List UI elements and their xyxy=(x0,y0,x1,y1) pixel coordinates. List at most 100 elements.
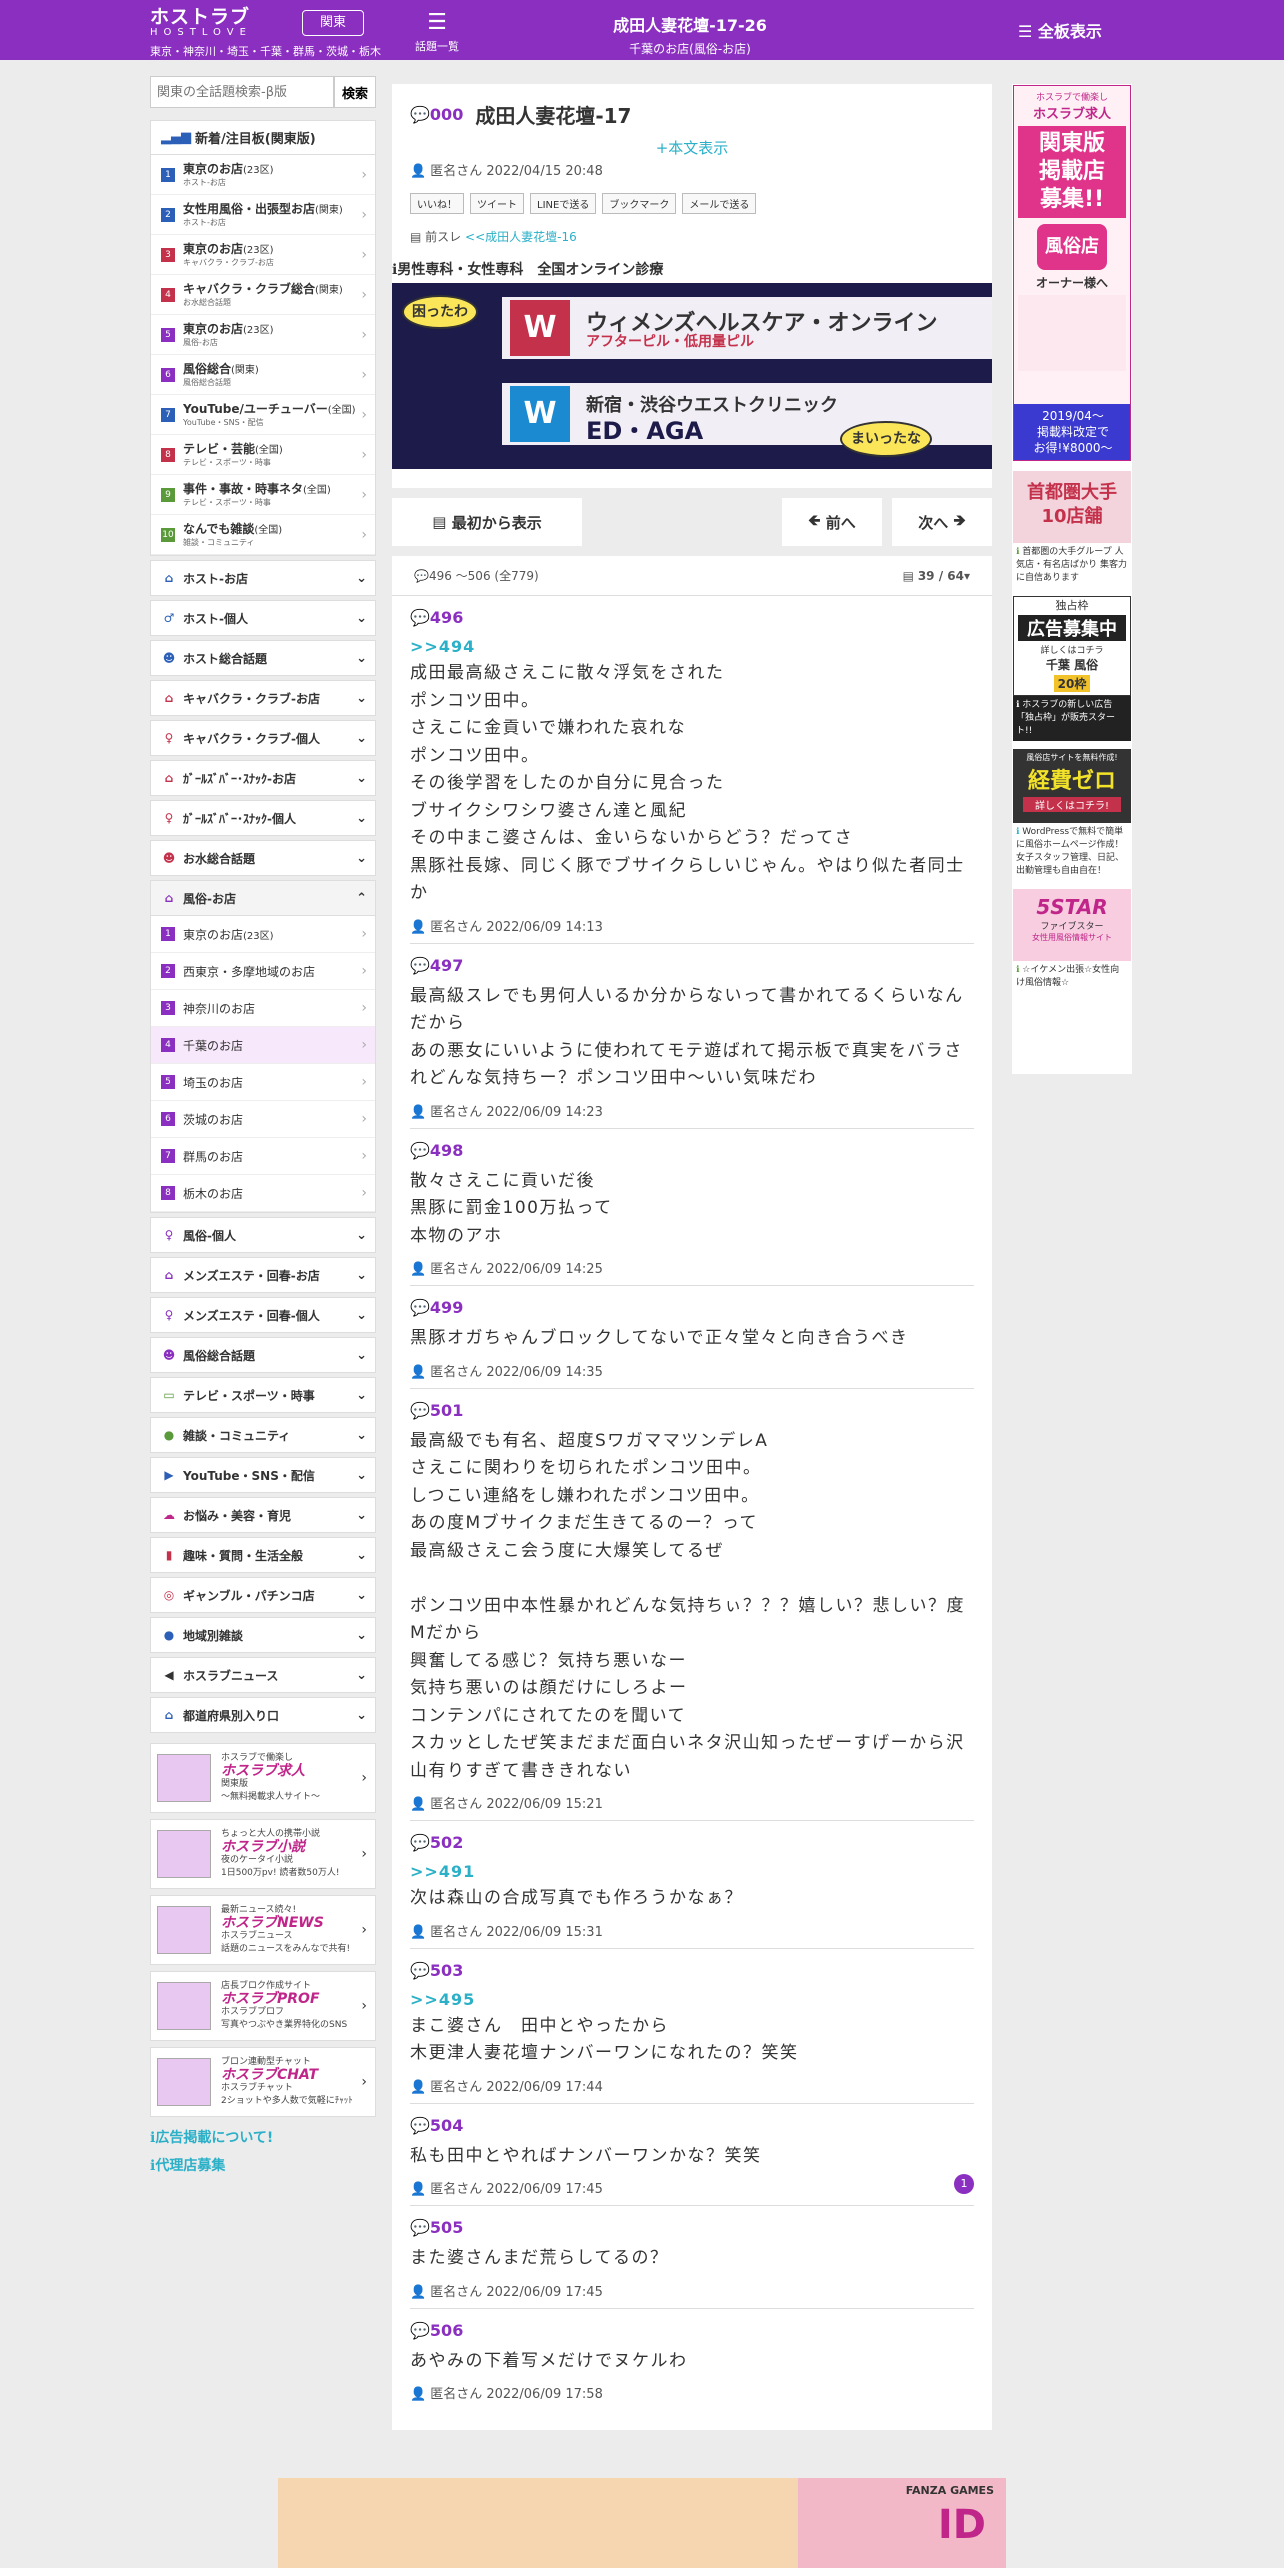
featured-board-item[interactable]: 9 事件・事故・時事ネタ(全国) テレビ・スポーツ・時事 › xyxy=(151,475,375,515)
post-number[interactable]: 💬505 xyxy=(410,2218,974,2237)
reply-count-badge[interactable]: 1 xyxy=(954,2174,974,2194)
topics-list-button[interactable]: ☰ 話題一覧 xyxy=(412,8,462,54)
share-button[interactable]: メールで送る xyxy=(682,193,757,214)
post-meta: 👤 匿名さん 2022/06/09 17:45 1 xyxy=(410,2174,974,2197)
fuzoku-item[interactable]: 7 群馬のお店 › xyxy=(151,1138,375,1175)
user-icon: 👤 xyxy=(410,1797,427,1812)
category-item[interactable]: ⌂ キャバクラ・クラブ-お店 ⌄ xyxy=(150,680,376,716)
clinic-ad-banner[interactable]: W ウィメンズヘルスケア・オンライン アフターピル・低用量ピル W 新宿・渋谷ウ… xyxy=(392,283,992,469)
agent-link[interactable]: ℹ代理店募集 xyxy=(150,2155,376,2175)
category-item[interactable]: ◀ ホスラブニュース ⌄ xyxy=(150,1657,376,1693)
featured-board-item[interactable]: 1 東京のお店(23区) ホスト-お店 › xyxy=(151,155,375,195)
featured-board-item[interactable]: 4 キャバクラ・クラブ総合(関東) お水総合話題 › xyxy=(151,275,375,315)
category-item[interactable]: ☁ お悩み・美容・育児 ⌄ xyxy=(150,1497,376,1533)
site-logo[interactable]: ホストラブ HOSTLOVE xyxy=(150,7,290,41)
board-name-text: 女性用風俗・出張型お店 xyxy=(183,201,316,216)
featured-board-item[interactable]: 8 テレビ・芸能(全国) テレビ・スポーツ・時事 › xyxy=(151,435,375,475)
banner-thumbnail xyxy=(157,1754,211,1802)
fivestar-ad[interactable]: 5STAR ファイブスター 女性用風俗情報サイト ℹ ☆イケメン出張☆女性向け風… xyxy=(1013,889,1131,993)
previous-thread-link[interactable]: <<成田人妻花壇-16 xyxy=(465,230,577,244)
post-number[interactable]: 💬504 xyxy=(410,2116,974,2135)
service-banner[interactable]: ブロン連動型チャット ホスラブCHAT ホスラブチャット 2ショットや多人数で気軽にﾁ… xyxy=(150,2047,376,2117)
search-input[interactable] xyxy=(150,76,334,108)
share-button[interactable]: いいね！ xyxy=(410,193,464,214)
show-body-link[interactable]: +本文表示 xyxy=(410,137,974,158)
category-fuzoku-shop[interactable]: ⌂ 風俗-お店 ⌃ xyxy=(150,880,376,916)
category-icon: ⌂ xyxy=(164,691,174,705)
category-item[interactable]: ♀ ｶﾞｰﾙｽﾞﾊﾞｰ･ｽﾅｯｸ-個人 ⌄ xyxy=(150,800,376,836)
featured-board-item[interactable]: 3 東京のお店(23区) キャバクラ・クラブ-お店 › xyxy=(151,235,375,275)
service-banner[interactable]: ちょっと大人の携帯小説 ホスラブ小説 夜のケータイ小説 1日500万pv! 読者数50… xyxy=(150,1819,376,1889)
show-from-start-button[interactable]: ▤ 最初から表示 xyxy=(392,498,582,546)
job-ad-banner[interactable]: ホスラブで働楽し ホスラブ求人 関東版 掲載店 募集!! 風俗店 オーナー様へ … xyxy=(1013,85,1131,461)
post-number[interactable]: 💬496 xyxy=(410,608,974,627)
category-item[interactable]: ● 地域別雑談 ⌄ xyxy=(150,1617,376,1653)
footer-ad-title: ID xyxy=(937,2502,986,2548)
next-page-button[interactable]: 次へ 🡺 xyxy=(892,498,992,546)
featured-board-item[interactable]: 6 風俗総合(関東) 風俗総合話題 › xyxy=(151,355,375,395)
chevron-down-icon: ⌄ xyxy=(356,1667,367,1683)
all-boards-button[interactable]: ☰ 全板表示 xyxy=(1018,18,1102,42)
post-number[interactable]: 💬501 xyxy=(410,1401,974,1420)
fuzoku-item[interactable]: 6 茨城のお店 › xyxy=(151,1101,375,1138)
post-number[interactable]: 💬498 xyxy=(410,1141,974,1160)
category-item[interactable]: ⌂ メンズエステ・回春-お店 ⌄ xyxy=(150,1257,376,1293)
category-item[interactable]: ⌂ ホスト-お店 ⌄ xyxy=(150,560,376,596)
category-item[interactable]: ▶ YouTube・SNS・配信 ⌄ xyxy=(150,1457,376,1493)
category-item[interactable]: ▭ テレビ・スポーツ・時事 ⌄ xyxy=(150,1377,376,1413)
page-icon: ▤ xyxy=(902,568,918,583)
fuzoku-item[interactable]: 3 神奈川のお店 › xyxy=(151,990,375,1027)
post-number[interactable]: 💬499 xyxy=(410,1298,974,1317)
category-label: キャバクラ・クラブ-個人 xyxy=(183,731,320,746)
service-banner[interactable]: ホスラブで働楽し ホスラブ求人 関東版 〜無料掲載求人サイト〜 › xyxy=(150,1743,376,1813)
featured-board-item[interactable]: 2 女性用風俗・出張型お店(関東) ホスト-お店 › xyxy=(151,195,375,235)
chevron-right-icon: › xyxy=(361,963,367,979)
prev-page-button[interactable]: 🡸 前へ xyxy=(782,498,882,546)
share-button[interactable]: ブックマーク xyxy=(602,193,677,214)
page-selector[interactable]: ▤ 39 / 64▾ xyxy=(903,569,970,583)
category-item[interactable]: ⌂ ｶﾞｰﾙｽﾞﾊﾞｰ･ｽﾅｯｸ-お店 ⌄ xyxy=(150,760,376,796)
post-number[interactable]: 💬497 xyxy=(410,956,974,975)
category-item[interactable]: ♂ ホスト-個人 ⌄ xyxy=(150,600,376,636)
reply-anchor[interactable]: >>491 xyxy=(410,1862,974,1881)
category-item[interactable]: ☻ ホスト総合話題 ⌄ xyxy=(150,640,376,676)
category-item[interactable]: ☻ お水総合話題 ⌄ xyxy=(150,840,376,876)
featured-board-item[interactable]: 7 YouTube/ユーチューバー(全国) YouTube・SNS・配信 › xyxy=(151,395,375,435)
category-item[interactable]: ♀ キャバクラ・クラブ-個人 ⌄ xyxy=(150,720,376,756)
site-builder-ad[interactable]: 風俗店サイトを無料作成! 経費ゼロ 詳しくはコチラ! ℹ WordPressで無… xyxy=(1013,749,1131,881)
service-banner[interactable]: 最新ニュース続々! ホスラブNEWS ホスラブニュース 話題のニュースをみんなで共有!… xyxy=(150,1895,376,1965)
fuzoku-item[interactable]: 4 千葉のお店 › xyxy=(151,1027,375,1064)
search-button[interactable]: 検索 xyxy=(334,76,376,108)
post-number[interactable]: 💬506 xyxy=(410,2321,974,2340)
region-button[interactable]: 関東 xyxy=(302,10,364,36)
reply-anchor[interactable]: >>494 xyxy=(410,637,974,656)
reply-anchor[interactable]: >>495 xyxy=(410,1990,974,2009)
fuzoku-item[interactable]: 1 東京のお店 (23区) › xyxy=(151,916,375,953)
banner-text: ホスラブで働楽し ホスラブ求人 関東版 〜無料掲載求人サイト〜 xyxy=(221,1752,320,1804)
post-number[interactable]: 💬503 xyxy=(410,1961,974,1980)
ad-info-link[interactable]: ℹ広告掲載について! xyxy=(150,2127,376,2147)
group-ad[interactable]: 首都圏大手 10店舗 ℹ 首都圏の大手グループ 人気店・有名店ばかり 集客力に自… xyxy=(1013,471,1131,588)
share-button[interactable]: ツイート xyxy=(470,193,524,214)
fuzoku-item[interactable]: 8 栃木のお店 › xyxy=(151,1175,375,1212)
category-item[interactable]: ⌂ 都道府県別入り口 ⌄ xyxy=(150,1697,376,1733)
category-item[interactable]: ☻ 風俗総合話題 ⌄ xyxy=(150,1337,376,1373)
category-item[interactable]: ♀ 風俗-個人 ⌄ xyxy=(150,1217,376,1253)
banner-line-1: ホスラブニュース xyxy=(221,1931,293,1941)
category-item[interactable]: ● 雑談・コミュニティ ⌄ xyxy=(150,1417,376,1453)
fuzoku-item[interactable]: 5 埼玉のお店 › xyxy=(151,1064,375,1101)
category-item[interactable]: ▮ 趣味・質問・生活全般 ⌄ xyxy=(150,1537,376,1573)
category-item[interactable]: ◎ ギャンブル・パチンコ店 ⌄ xyxy=(150,1577,376,1613)
category-item[interactable]: ♀ メンズエステ・回春-個人 ⌄ xyxy=(150,1297,376,1333)
fuzoku-item[interactable]: 2 西東京・多摩地域のお店 › xyxy=(151,953,375,990)
board-text: 東京のお店(23区) ホスト-お店 xyxy=(183,162,274,188)
post-number[interactable]: 💬502 xyxy=(410,1833,974,1852)
exclusive-ad[interactable]: 独占枠 広告募集中 詳しくはコチラ 千葉 風俗 20枠 ℹ ホスラブの新しい広告… xyxy=(1013,596,1131,741)
share-button[interactable]: LINEで送る xyxy=(530,193,597,214)
post-item: 💬503 >>495 まこ婆さん 田中とやったから 木更津人妻花壇ナンバーワンになれ… xyxy=(410,1949,974,2104)
service-banner[interactable]: 店長ブロク作成サイト ホスラブPROF ホスラブプロフ 写真やつぶやき業界特化のSNS… xyxy=(150,1971,376,2041)
featured-board-item[interactable]: 10 なんでも雑談(全国) 雑談・コミュニティ › xyxy=(151,515,375,555)
featured-board-item[interactable]: 5 東京のお店(23区) 風俗-お店 › xyxy=(151,315,375,355)
board-name: なんでも雑談(全国) xyxy=(183,522,282,538)
footer-game-ad[interactable]: FANZA GAMES ID xyxy=(278,2478,1006,2568)
